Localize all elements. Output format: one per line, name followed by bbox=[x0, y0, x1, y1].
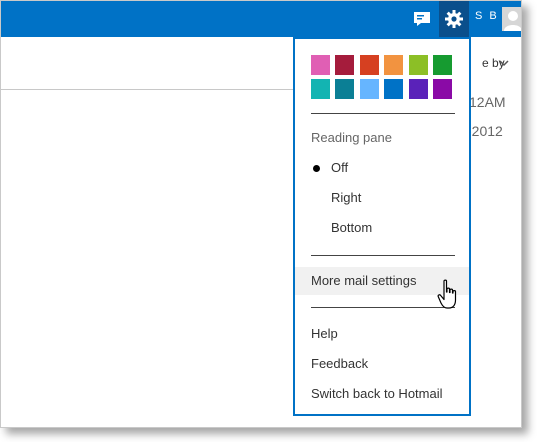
theme-color-swatch[interactable] bbox=[359, 79, 379, 99]
user-initials[interactable]: S B bbox=[475, 10, 499, 22]
option-label: Bottom bbox=[331, 220, 373, 235]
hand-cursor-icon bbox=[437, 279, 457, 309]
theme-color-swatch[interactable] bbox=[311, 55, 330, 75]
item-label: More mail settings bbox=[311, 273, 417, 288]
divider bbox=[311, 113, 455, 114]
chevron-down-icon[interactable] bbox=[499, 56, 509, 71]
user-avatar-icon bbox=[502, 7, 521, 31]
selected-bullet-icon bbox=[313, 165, 320, 172]
feedback-item[interactable]: Feedback bbox=[295, 350, 469, 378]
settings-gear-button[interactable] bbox=[439, 1, 469, 37]
option-label: Right bbox=[331, 190, 362, 205]
theme-color-swatch[interactable] bbox=[335, 79, 355, 99]
item-label: Help bbox=[311, 326, 338, 341]
chat-button[interactable] bbox=[408, 5, 436, 33]
switch-back-item[interactable]: Switch back to Hotmail bbox=[295, 380, 469, 408]
chat-icon bbox=[414, 12, 430, 26]
message-date: -2012 bbox=[467, 123, 503, 139]
item-label: Switch back to Hotmail bbox=[311, 386, 443, 401]
item-label: Feedback bbox=[311, 356, 369, 371]
help-item[interactable]: Help bbox=[295, 320, 469, 348]
reading-pane-bottom-option[interactable]: Bottom bbox=[295, 214, 469, 242]
reading-pane-label: Reading pane bbox=[311, 130, 392, 145]
theme-color-swatch[interactable] bbox=[335, 55, 355, 75]
app-window: S B e by 12AM -2012 Reading pane Off Rig… bbox=[0, 0, 522, 428]
theme-color-swatch[interactable] bbox=[408, 79, 428, 99]
gear-icon bbox=[445, 10, 463, 28]
theme-color-swatch[interactable] bbox=[384, 55, 404, 75]
divider bbox=[311, 307, 455, 308]
divider bbox=[311, 255, 455, 256]
top-header-bar: S B bbox=[1, 1, 521, 37]
theme-color-swatch[interactable] bbox=[384, 79, 404, 99]
reading-pane-off-option[interactable]: Off bbox=[295, 154, 469, 182]
message-time: 12AM bbox=[469, 94, 506, 110]
toolbar-divider bbox=[1, 89, 294, 90]
reading-pane-right-option[interactable]: Right bbox=[295, 184, 469, 212]
theme-color-swatch[interactable] bbox=[311, 79, 330, 99]
user-avatar[interactable] bbox=[502, 7, 521, 31]
theme-color-swatch[interactable] bbox=[408, 55, 428, 75]
option-label: Off bbox=[331, 160, 349, 175]
theme-color-swatch[interactable] bbox=[433, 55, 452, 75]
theme-color-swatch[interactable] bbox=[359, 55, 379, 75]
settings-dropdown-menu: Reading pane Off Right Bottom More mail … bbox=[293, 37, 471, 416]
theme-color-swatch[interactable] bbox=[433, 79, 452, 99]
